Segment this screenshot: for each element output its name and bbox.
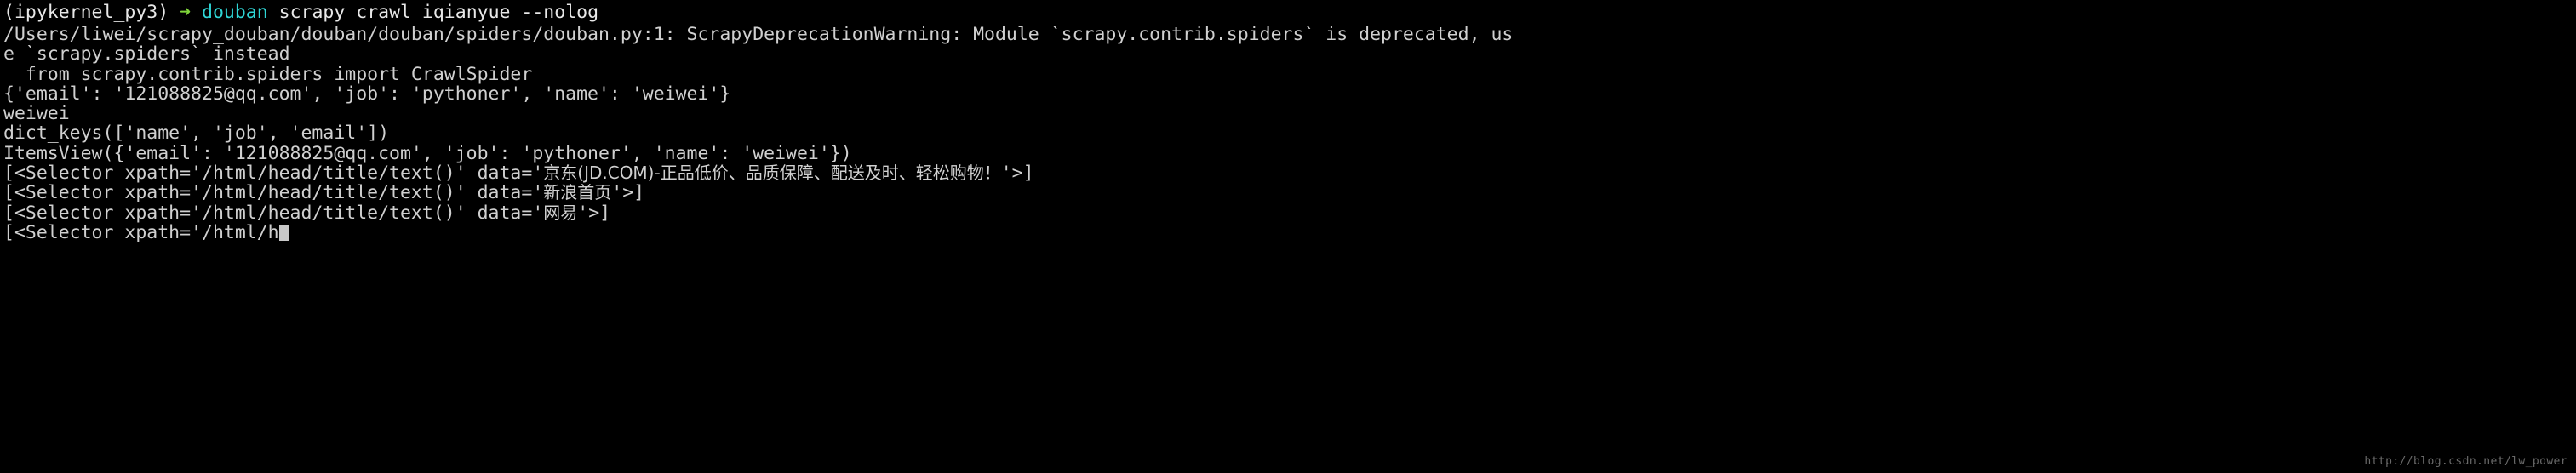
output-text: from scrapy.contrib.spiders import Crawl… [3, 63, 533, 85]
text-cursor [278, 225, 289, 241]
selector-cjk-data: 网易 [543, 202, 578, 223]
selector-suffix: '>] [577, 202, 611, 224]
output-text: {'email': '121088825@qq.com', 'job': 'py… [3, 83, 731, 105]
output-line: from scrapy.contrib.spiders import Crawl… [0, 63, 2576, 85]
prompt-arrow-icon: ➜ [180, 2, 192, 23]
prompt-env: (ipykernel_py3) [3, 2, 169, 23]
selector-cjk-data: 京东(JD.COM)-正品低价、品质保障、配送及时、轻松购物！ [543, 162, 1001, 184]
output-text: ItemsView({'email': '121088825@qq.com', … [3, 142, 852, 164]
output-text: dict_keys(['name', 'job', 'email']) [3, 123, 390, 145]
output-line: e `scrapy.spiders` instead [0, 44, 2576, 64]
prompt-directory: douban [202, 2, 268, 23]
selector-prefix: [<Selector xpath='/html/head/title/text(… [3, 162, 544, 185]
selector-output-line: [<Selector xpath='/html/head/title/text(… [0, 162, 2576, 185]
prompt-command: scrapy crawl iqianyue --nolog [267, 2, 599, 23]
command-prompt-line: (ipykernel_py3) ➜ douban scrapy crawl iq… [0, 0, 2576, 25]
output-line: dict_keys(['name', 'job', 'email']) [0, 123, 2576, 143]
selector-suffix: '>] [1000, 162, 1034, 185]
output-line: ItemsView({'email': '121088825@qq.com', … [0, 144, 2576, 163]
output-text: weiwei [3, 103, 70, 125]
partial-output-line: [<Selector xpath='/html/h [0, 223, 2576, 242]
prompt-space-2 [191, 2, 202, 23]
output-text: [<Selector xpath='/html/h [3, 221, 279, 243]
prompt-space-1 [169, 2, 180, 23]
output-line: weiwei [0, 104, 2576, 123]
output-text: e `scrapy.spiders` instead [3, 43, 290, 66]
selector-prefix: [<Selector xpath='/html/head/title/text(… [3, 202, 544, 224]
output-line: {'email': '121088825@qq.com', 'job': 'py… [0, 84, 2576, 104]
terminal-window[interactable]: (ipykernel_py3) ➜ douban scrapy crawl iq… [0, 0, 2576, 473]
selector-output-line: [<Selector xpath='/html/head/title/text(… [0, 202, 2576, 224]
watermark-text: http://blog.csdn.net/lw_power [2364, 455, 2567, 468]
selector-output-line: [<Selector xpath='/html/head/title/text(… [0, 182, 2576, 204]
output-text: /Users/liwei/scrapy_douban/douban/douban… [3, 24, 1514, 45]
output-line: /Users/liwei/scrapy_douban/douban/douban… [0, 25, 2576, 44]
selector-suffix: '>] [611, 182, 645, 204]
selector-prefix: [<Selector xpath='/html/head/title/text(… [3, 182, 544, 204]
selector-cjk-data: 新浪首页 [543, 182, 612, 203]
